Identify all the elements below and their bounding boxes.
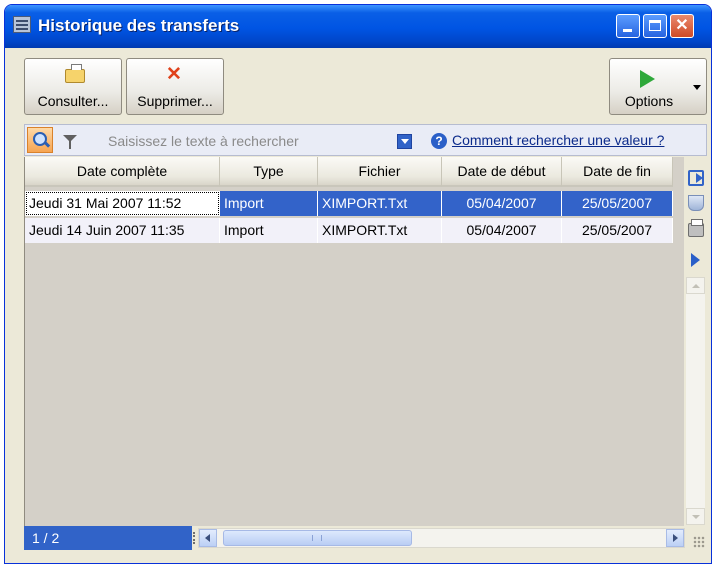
minimize-button[interactable]	[616, 14, 640, 38]
cell-date-complete[interactable]: Jeudi 31 Mai 2007 11:52	[25, 191, 220, 216]
table-side-toolbar	[685, 157, 707, 526]
delete-icon: ✕	[166, 64, 182, 85]
column-header-date-debut[interactable]: Date de début	[442, 157, 562, 187]
scroll-thumb[interactable]	[223, 530, 412, 546]
column-header-date-fin[interactable]: Date de fin	[562, 157, 673, 187]
maximize-button[interactable]	[643, 14, 667, 38]
cell-type[interactable]: Import	[220, 218, 318, 243]
close-button[interactable]: ✕	[670, 14, 694, 38]
search-bar: ? Comment rechercher une valeur ?	[24, 124, 707, 156]
options-dropdown-icon[interactable]	[693, 85, 701, 90]
title-bar[interactable]: Historique des transferts ✕	[5, 5, 711, 48]
table-header: Date complète Type Fichier Date de début…	[25, 157, 673, 187]
help-icon[interactable]: ?	[431, 133, 447, 149]
consult-button[interactable]: Consulter...	[24, 58, 122, 115]
search-dropdown-icon[interactable]	[397, 134, 412, 149]
cell-date-fin[interactable]: 25/05/2007	[562, 191, 673, 216]
resize-grip-icon[interactable]	[693, 536, 705, 548]
cell-date-fin[interactable]: 25/05/2007	[562, 218, 673, 243]
folder-icon	[65, 64, 85, 83]
window-title: Historique des transferts	[38, 16, 240, 35]
status-bar: 1 / 2	[24, 526, 707, 550]
delete-button[interactable]: ✕ Supprimer...	[126, 58, 224, 115]
table-row[interactable]: Jeudi 31 Mai 2007 11:52 Import XIMPORT.T…	[25, 191, 673, 216]
column-header-date-complete[interactable]: Date complète	[25, 157, 220, 187]
options-button[interactable]: Options	[609, 58, 707, 115]
history-window: Historique des transferts ✕ Consulter...…	[4, 4, 712, 564]
scroll-up-button[interactable]	[686, 277, 705, 294]
cup-icon[interactable]	[688, 195, 704, 211]
play-icon	[640, 70, 655, 88]
delete-button-label: Supprimer...	[137, 93, 213, 109]
column-header-type[interactable]: Type	[220, 157, 318, 187]
cell-type[interactable]: Import	[220, 191, 318, 216]
help-link[interactable]: Comment rechercher une valeur ?	[452, 132, 664, 148]
search-icon[interactable]	[27, 127, 53, 153]
filter-icon[interactable]	[63, 135, 77, 149]
cell-fichier[interactable]: XIMPORT.Txt	[318, 218, 442, 243]
cell-date-debut[interactable]: 05/04/2007	[442, 218, 562, 243]
scroll-left-button[interactable]	[199, 529, 217, 547]
consult-button-label: Consulter...	[37, 93, 109, 109]
print-icon[interactable]	[688, 219, 704, 237]
minimize-icon	[623, 29, 632, 32]
cell-date-complete[interactable]: Jeudi 14 Juin 2007 11:35	[25, 218, 220, 243]
column-header-fichier[interactable]: Fichier	[318, 157, 442, 187]
options-button-label: Options	[624, 93, 674, 109]
app-icon	[13, 16, 31, 33]
page-counter: 1 / 2	[24, 526, 192, 550]
cell-fichier[interactable]: XIMPORT.Txt	[318, 191, 442, 216]
table-row[interactable]: Jeudi 14 Juin 2007 11:35 Import XIMPORT.…	[25, 218, 673, 243]
horizontal-scrollbar[interactable]	[193, 528, 685, 548]
scroll-down-button[interactable]	[686, 508, 705, 525]
arrow-right-icon[interactable]	[691, 253, 700, 267]
close-icon: ✕	[675, 17, 689, 34]
search-input[interactable]	[108, 131, 388, 151]
export-icon[interactable]	[688, 170, 704, 186]
cell-date-debut[interactable]: 05/04/2007	[442, 191, 562, 216]
vertical-scrollbar[interactable]	[686, 277, 705, 525]
results-table: Date complète Type Fichier Date de début…	[24, 157, 684, 526]
maximize-icon	[649, 20, 661, 31]
scroll-right-button[interactable]	[666, 529, 684, 547]
